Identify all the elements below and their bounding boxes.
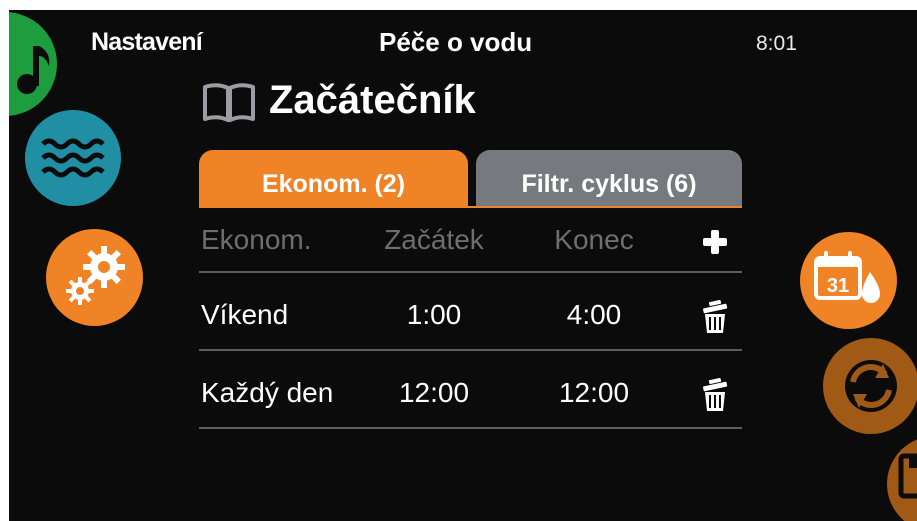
row-start: 12:00 — [398, 377, 470, 408]
tab-underline — [199, 206, 742, 208]
save-button[interactable] — [887, 436, 917, 521]
music-note-icon — [17, 46, 50, 94]
water-waves-icon — [41, 138, 105, 178]
settings-back-label[interactable]: Nastavení — [91, 28, 203, 57]
plus-icon[interactable] — [697, 224, 733, 260]
divider — [199, 271, 742, 273]
sync-icon — [845, 360, 897, 412]
row-end: 4:00 — [566, 299, 622, 330]
row-end: 12:00 — [558, 377, 630, 408]
calendar-drop-icon: 31 — [814, 251, 880, 303]
trash-icon[interactable] — [697, 299, 733, 335]
column-header-name: Ekonom. — [201, 224, 312, 255]
table-row[interactable]: Víkend 1:00 4:00 — [199, 285, 742, 347]
calendar-day: 31 — [827, 275, 849, 297]
water-care-button[interactable] — [25, 110, 121, 206]
calendar-water-button[interactable]: 31 — [800, 232, 897, 329]
column-header-start: Začátek — [384, 224, 484, 255]
gears-icon — [66, 246, 125, 305]
row-name: Víkend — [201, 299, 289, 330]
header-title: Péče o vodu — [379, 27, 533, 57]
column-header-end: Konec — [554, 224, 634, 255]
book-icon — [203, 82, 255, 122]
trash-icon[interactable] — [697, 377, 733, 413]
tab-economy[interactable]: Ekonom. (2) — [199, 150, 468, 207]
row-start: 1:00 — [406, 299, 462, 330]
page-title: Začátečník — [269, 78, 476, 122]
tab-filter-cycle[interactable]: Filtr. cyklus (6) — [476, 150, 742, 207]
sync-button[interactable] — [823, 338, 917, 434]
clock: 8:01 — [756, 32, 797, 55]
divider — [199, 427, 742, 429]
music-button[interactable] — [9, 12, 57, 116]
table-header: Ekonom. Začátek Konec — [199, 210, 742, 272]
page-title-row: Začátečník — [201, 78, 476, 123]
screen: Nastavení Péče o vodu 8:01 Začátečník Ek… — [9, 10, 917, 521]
save-icon — [898, 453, 917, 499]
divider — [199, 349, 742, 351]
table-row[interactable]: Každý den 12:00 12:00 — [199, 363, 742, 425]
settings-button[interactable] — [46, 229, 143, 326]
row-name: Každý den — [201, 377, 334, 408]
